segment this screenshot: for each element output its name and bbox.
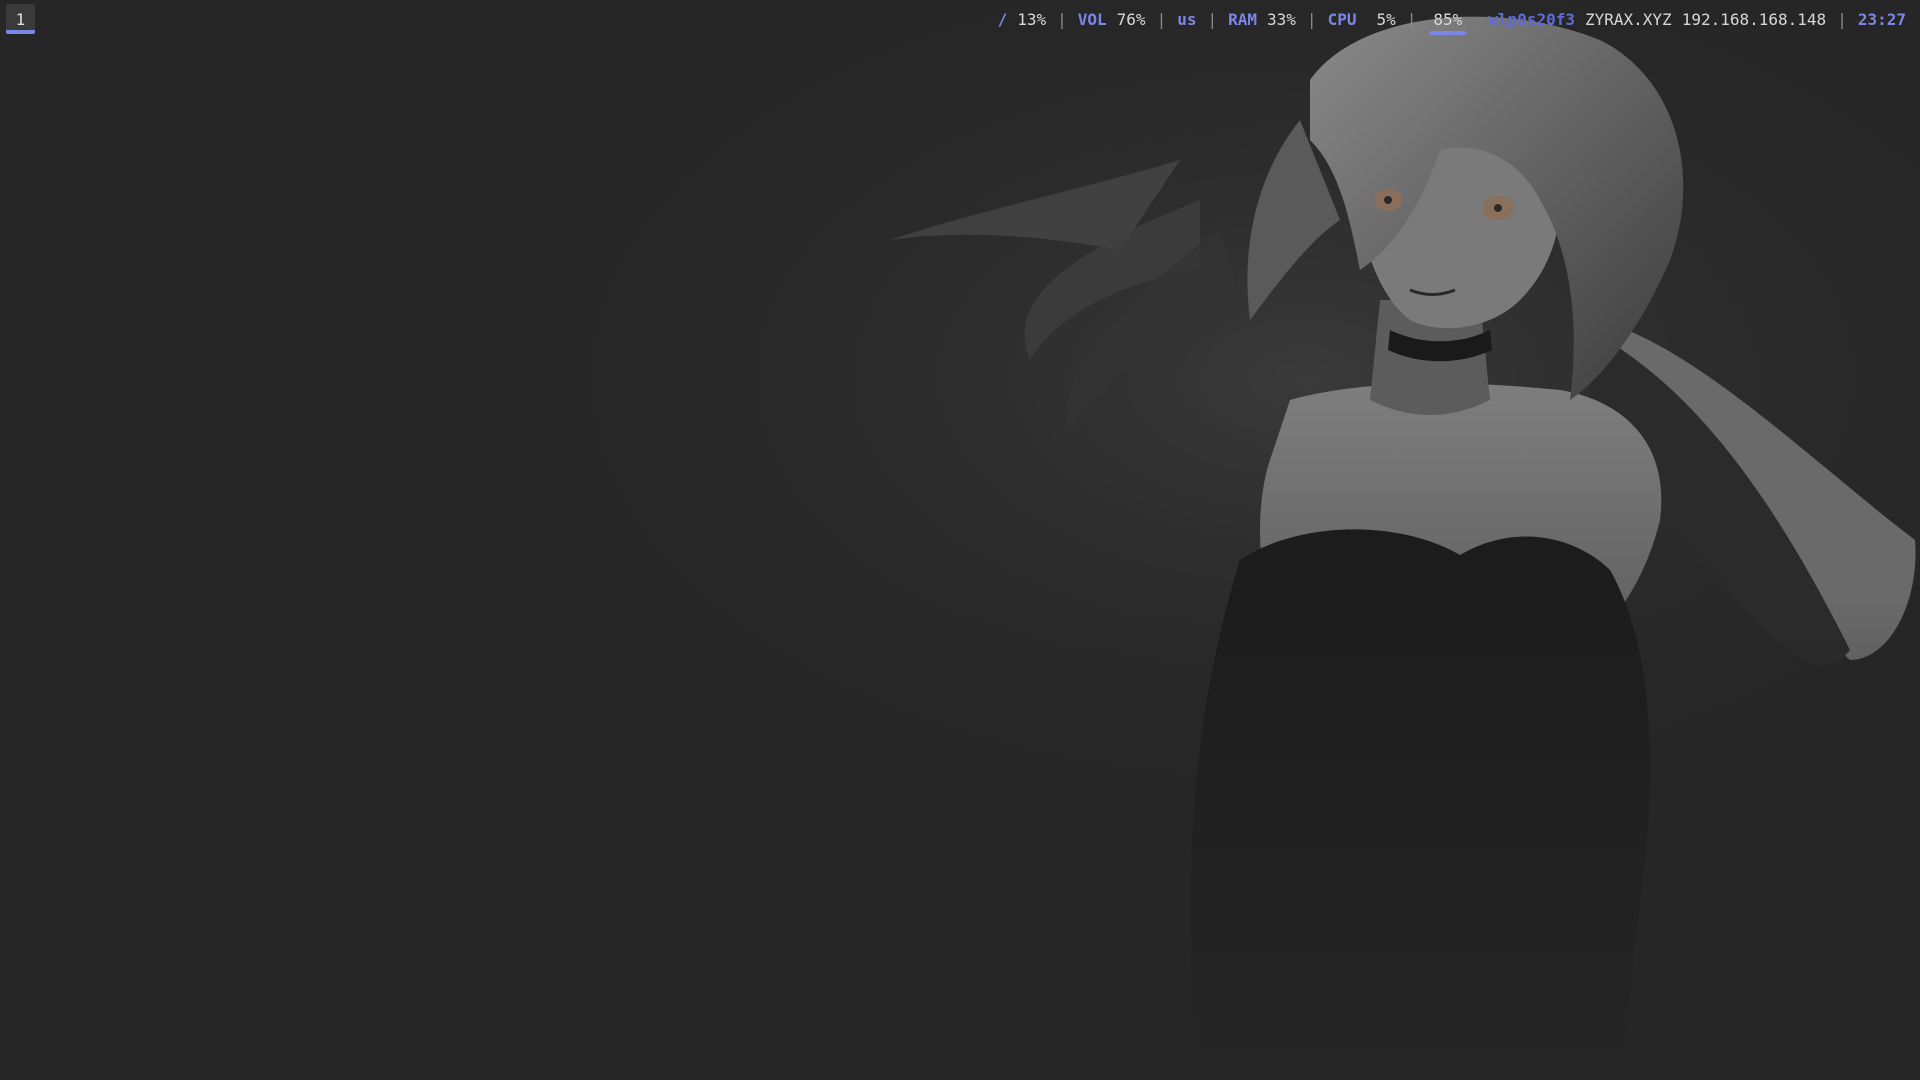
desktop: 1 / 13% | VOL 76% | us | RAM 33% | CPU 5% | … — [0, 0, 1920, 1080]
volume-label: VOL — [1077, 10, 1107, 29]
ram-label: RAM — [1228, 10, 1258, 29]
cpu-label: CPU — [1327, 10, 1357, 29]
network-ssid[interactable]: ZYRAX.XYZ — [1585, 1, 1672, 39]
separator: | — [1306, 10, 1317, 29]
ram-value: 33% — [1267, 10, 1296, 29]
wallpaper-figure-image — [0, 0, 1920, 1080]
network-ip: 192.168.168.148 — [1681, 10, 1827, 29]
separator: | — [1406, 10, 1417, 29]
cpu-value: 5% — [1376, 10, 1396, 29]
disk-label: / — [997, 10, 1008, 29]
clock[interactable]: 23:27 — [1858, 1, 1906, 39]
keyboard-layout[interactable]: us — [1177, 1, 1196, 39]
workspace-tag-1[interactable]: 1 — [6, 4, 35, 34]
disk-value: 13% — [1017, 10, 1047, 29]
status-modules: / 13% | VOL 76% | us | RAM 33% | CPU 5% | 85… — [998, 1, 1906, 39]
separator: | — [1207, 10, 1218, 29]
separator: | — [1837, 10, 1847, 29]
battery-value: 85% — [1427, 1, 1468, 39]
network-interface: wlp0s20f3 — [1488, 10, 1575, 29]
top-status-bar: 1 / 13% | VOL 76% | us | RAM 33% | CPU 5% | … — [0, 0, 1920, 38]
separator: | — [1057, 10, 1067, 29]
separator: | — [1156, 10, 1167, 29]
volume-value[interactable]: 76% — [1117, 1, 1146, 39]
